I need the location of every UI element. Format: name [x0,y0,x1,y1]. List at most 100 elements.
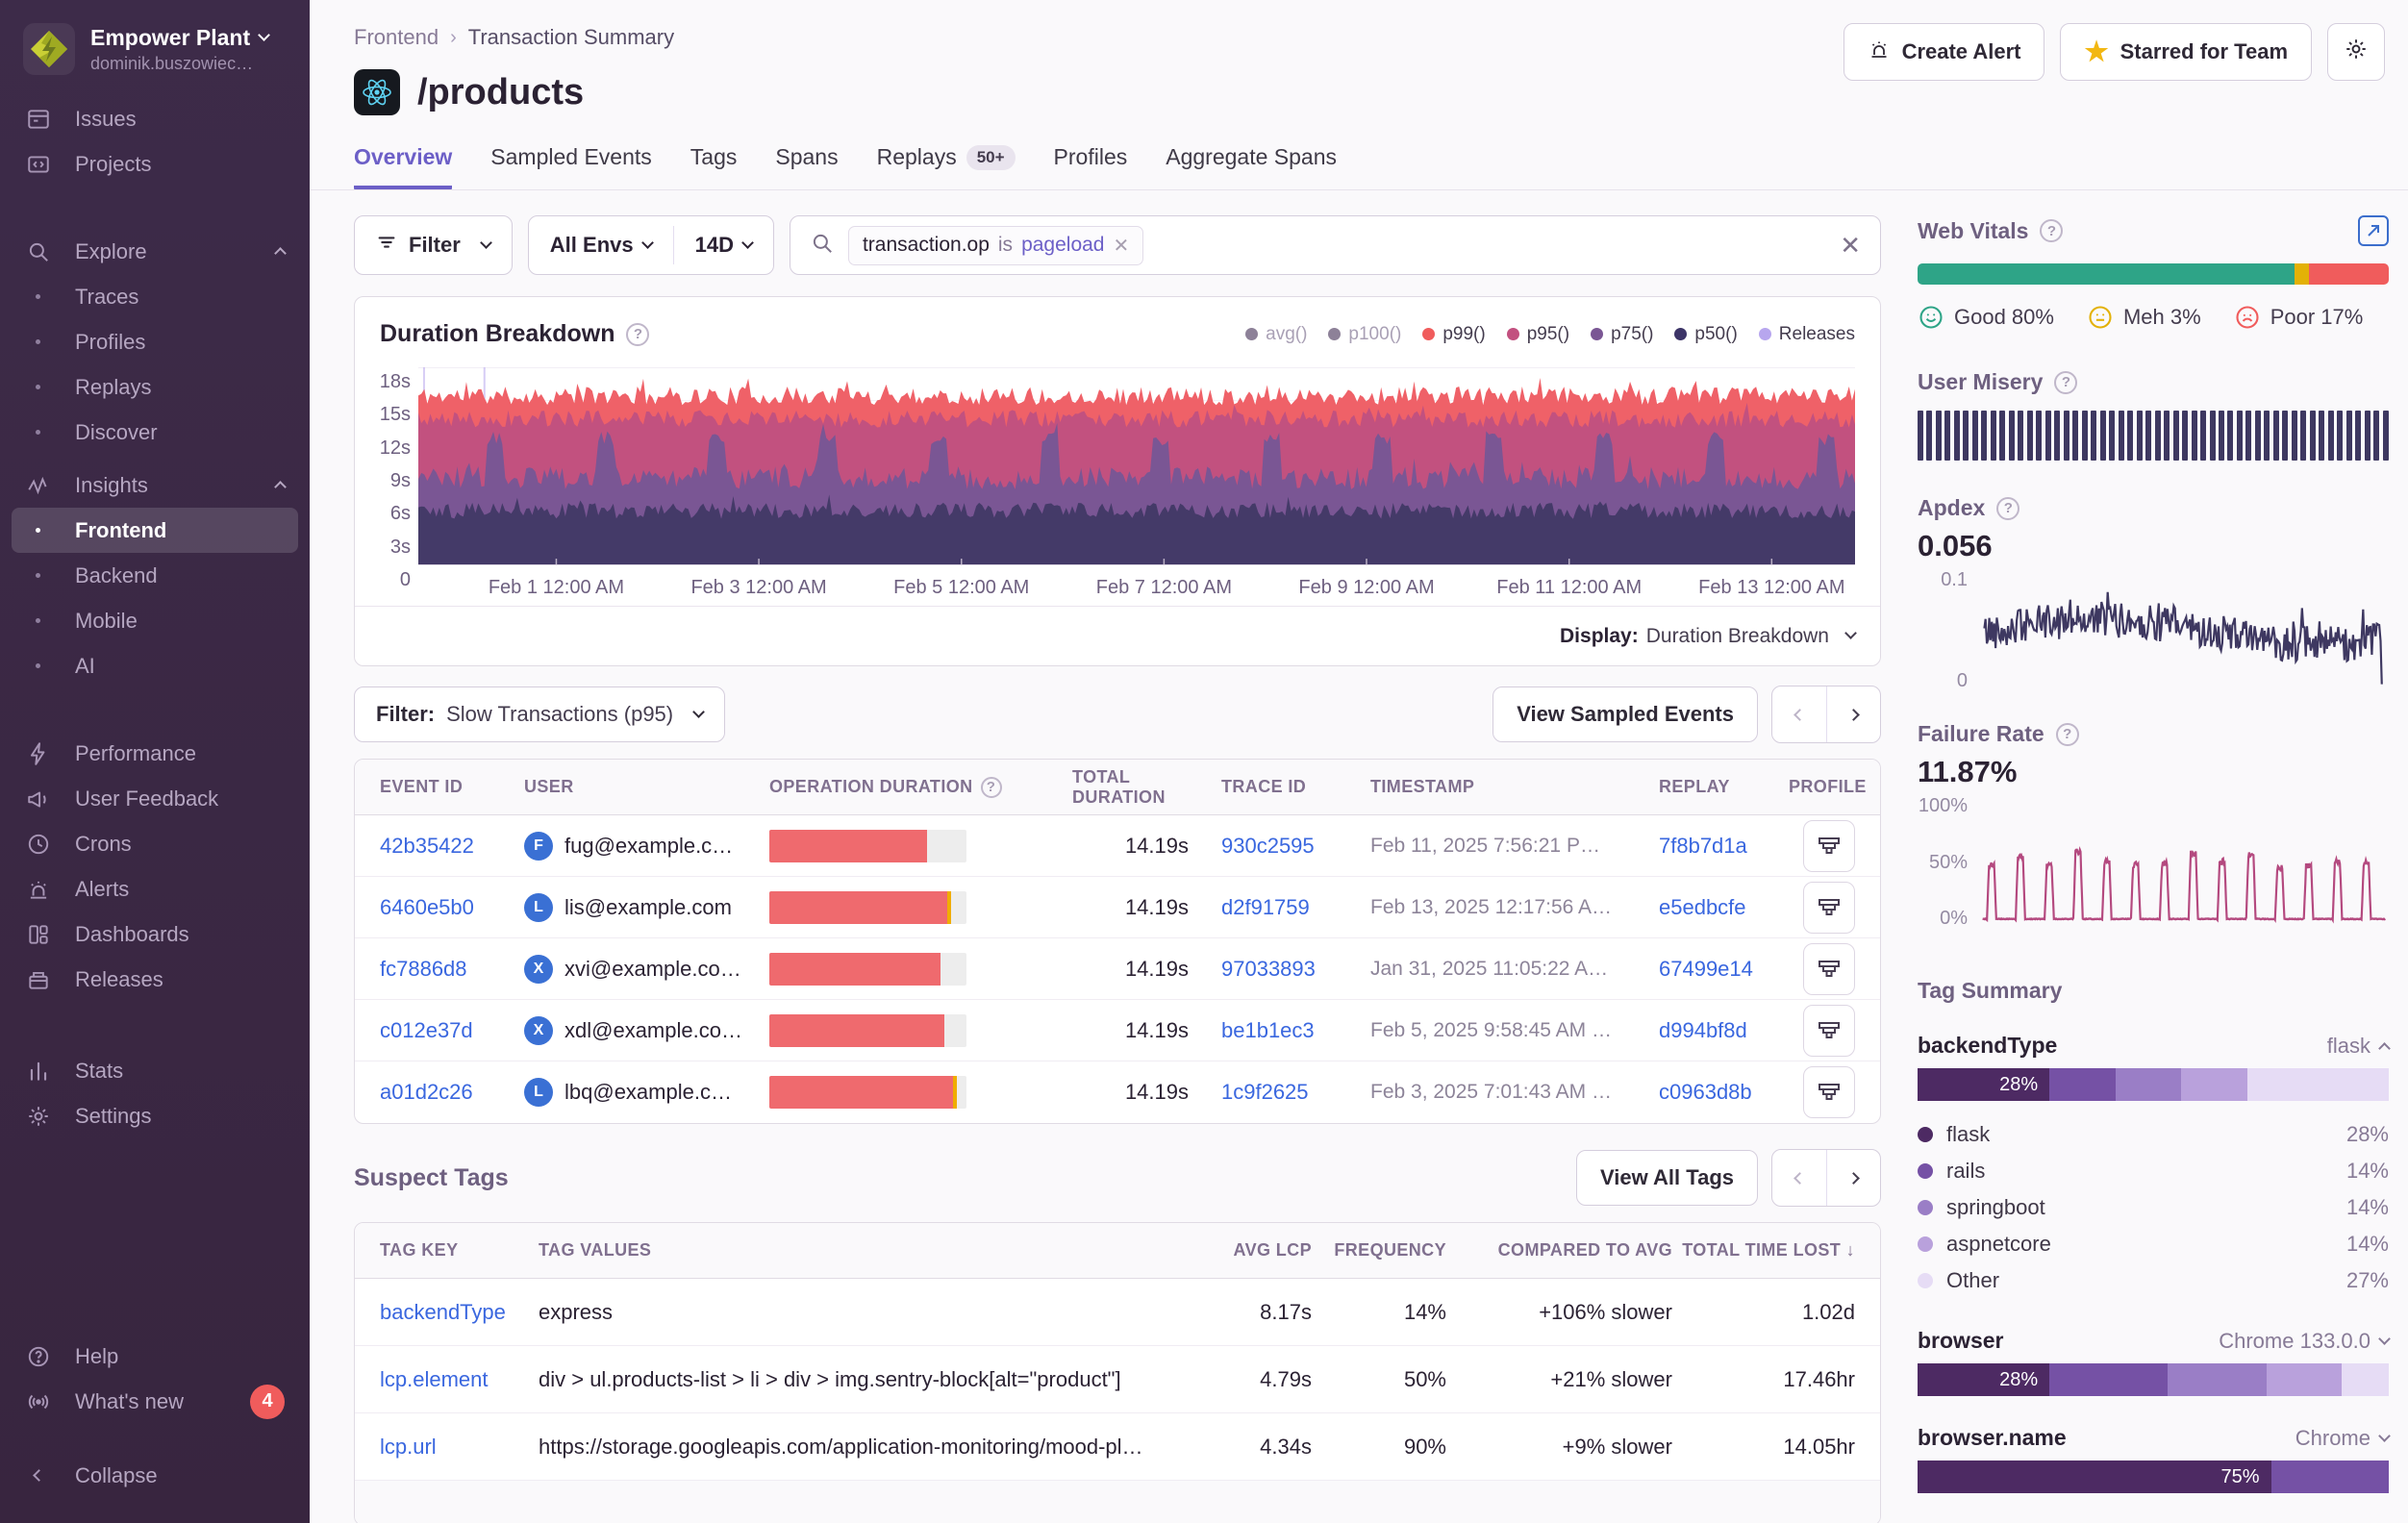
breadcrumb-frontend[interactable]: Frontend [354,25,439,50]
trace-id-link[interactable]: 930c2595 [1221,834,1370,859]
tag-bar-segment[interactable]: 28% [1918,1068,2049,1101]
event-id-link[interactable]: 6460e5b0 [380,895,524,920]
replay-link[interactable]: d994bf8d [1659,1018,1789,1043]
pager-prev-button[interactable] [1772,1150,1826,1206]
period-select[interactable]: 14D [674,216,773,274]
sidebar-collapse-button[interactable]: Collapse [12,1453,298,1498]
trace-id-link[interactable]: 97033893 [1221,957,1370,982]
tag-legend-row[interactable]: springboot14% [1918,1189,2389,1226]
tag-value-selector[interactable]: flask [2327,1034,2389,1059]
tag-bar-segment[interactable] [2049,1068,2116,1101]
tag-bar-segment[interactable] [2247,1068,2389,1101]
sidebar-item-settings[interactable]: Settings [12,1093,298,1138]
sidebar-item-whats-new[interactable]: What's new 4 [12,1379,298,1424]
legend-item[interactable]: p75() [1591,324,1653,345]
tag-bar-segment[interactable]: 75% [1918,1461,2271,1493]
tab-spans[interactable]: Spans [775,144,838,189]
settings-button[interactable] [2327,23,2385,81]
sidebar-item-backend[interactable]: Backend [12,553,298,598]
tag-value-selector[interactable]: Chrome 133.0.0 [2219,1329,2389,1354]
view-sampled-events-button[interactable]: View Sampled Events [1492,687,1758,742]
tag-bar-segment[interactable]: 28% [1918,1363,2049,1396]
starred-for-team-button[interactable]: ★ Starred for Team [2060,23,2312,81]
profile-flamegraph-button[interactable] [1803,882,1855,934]
sidebar-item-replays[interactable]: Replays [12,364,298,410]
token-remove-icon[interactable]: ✕ [1113,234,1129,258]
sidebar-item-projects[interactable]: Projects [12,141,298,187]
tag-bar-segment[interactable] [2181,1068,2247,1101]
tab-profiles[interactable]: Profiles [1054,144,1128,189]
replay-link[interactable]: 7f8b7d1a [1659,834,1789,859]
tag-key-link[interactable]: lcp.url [380,1435,539,1460]
tag-value-selector[interactable]: Chrome [2295,1426,2389,1451]
event-id-link[interactable]: a01d2c26 [380,1080,524,1105]
replay-link[interactable]: 67499e14 [1659,957,1789,982]
legend-item[interactable]: p50() [1674,324,1737,345]
pager-next-button[interactable] [1826,687,1880,742]
env-select[interactable]: All Envs [529,216,673,274]
trace-id-link[interactable]: d2f91759 [1221,895,1370,920]
display-selector[interactable]: Display: Duration Breakdown [355,606,1880,665]
search-input[interactable]: transaction.op is pageload ✕ ✕ [790,215,1881,275]
sidebar-item-profiles[interactable]: Profiles [12,319,298,364]
search-token[interactable]: transaction.op is pageload ✕ [848,226,1143,265]
sidebar-item-alerts[interactable]: Alerts [12,866,298,911]
tab-sampled-events[interactable]: Sampled Events [490,144,651,189]
tag-bar-segment[interactable] [2049,1363,2168,1396]
sidebar-group-explore[interactable]: Explore [12,229,298,274]
sidebar-item-discover[interactable]: Discover [12,410,298,455]
trace-id-link[interactable]: be1b1ec3 [1221,1018,1370,1043]
pager-prev-button[interactable] [1772,687,1826,742]
sidebar-item-performance[interactable]: Performance [12,731,298,776]
org-switcher[interactable]: Empower Plant dominik.buszowiec… [0,0,310,96]
tag-bar-segment[interactable] [2271,1461,2390,1493]
tag-legend-row[interactable]: flask28% [1918,1116,2389,1153]
view-all-tags-button[interactable]: View All Tags [1576,1150,1758,1206]
profile-flamegraph-button[interactable] [1803,1005,1855,1057]
legend-item[interactable]: avg() [1245,324,1307,345]
sidebar-item-user-feedback[interactable]: User Feedback [12,776,298,821]
help-icon[interactable]: ? [2056,723,2079,746]
help-icon[interactable]: ? [981,777,1002,798]
search-clear-icon[interactable]: ✕ [1840,231,1861,261]
help-icon[interactable]: ? [1996,497,2019,520]
tag-key-link[interactable]: lcp.element [380,1367,539,1392]
help-icon[interactable]: ? [2040,219,2063,242]
sidebar-item-crons[interactable]: Crons [12,821,298,866]
tag-legend-row[interactable]: rails14% [1918,1153,2389,1189]
legend-item[interactable]: p100() [1328,324,1401,345]
replay-link[interactable]: e5edbcfe [1659,895,1789,920]
pager-next-button[interactable] [1826,1150,1880,1206]
tab-overview[interactable]: Overview [354,144,452,189]
tag-bar-segment[interactable] [2116,1068,2182,1101]
sidebar-item-stats[interactable]: Stats [12,1048,298,1093]
open-in-new-icon[interactable] [2358,215,2389,246]
event-id-link[interactable]: c012e37d [380,1018,524,1043]
create-alert-button[interactable]: Create Alert [1844,23,2045,81]
legend-item[interactable]: Releases [1759,324,1855,345]
event-id-link[interactable]: fc7886d8 [380,957,524,982]
events-filter-button[interactable]: Filter: Slow Transactions (p95) [354,687,725,742]
tab-replays[interactable]: Replays50+ [877,144,1016,189]
trace-id-link[interactable]: 1c9f2625 [1221,1080,1370,1105]
legend-item[interactable]: p95() [1507,324,1569,345]
help-icon[interactable]: ? [2054,371,2077,394]
profile-flamegraph-button[interactable] [1803,820,1855,872]
sidebar-item-traces[interactable]: Traces [12,274,298,319]
tag-bar-segment[interactable] [2267,1363,2342,1396]
tag-bar-segment[interactable] [2168,1363,2267,1396]
tag-key-link[interactable]: backendType [380,1300,539,1325]
filter-button[interactable]: Filter [354,215,513,275]
sidebar-group-insights[interactable]: Insights [12,462,298,508]
tag-legend-row[interactable]: Other27% [1918,1262,2389,1299]
tab-aggregate-spans[interactable]: Aggregate Spans [1166,144,1337,189]
event-id-link[interactable]: 42b35422 [380,834,524,859]
help-icon[interactable]: ? [626,323,649,346]
sidebar-item-frontend[interactable]: Frontend [12,508,298,553]
sidebar-item-issues[interactable]: Issues [12,96,298,141]
sidebar-item-releases[interactable]: Releases [12,957,298,1002]
sidebar-item-ai[interactable]: AI [12,643,298,688]
tab-tags[interactable]: Tags [690,144,738,189]
sidebar-item-dashboards[interactable]: Dashboards [12,911,298,957]
tag-bar-segment[interactable] [2342,1363,2389,1396]
